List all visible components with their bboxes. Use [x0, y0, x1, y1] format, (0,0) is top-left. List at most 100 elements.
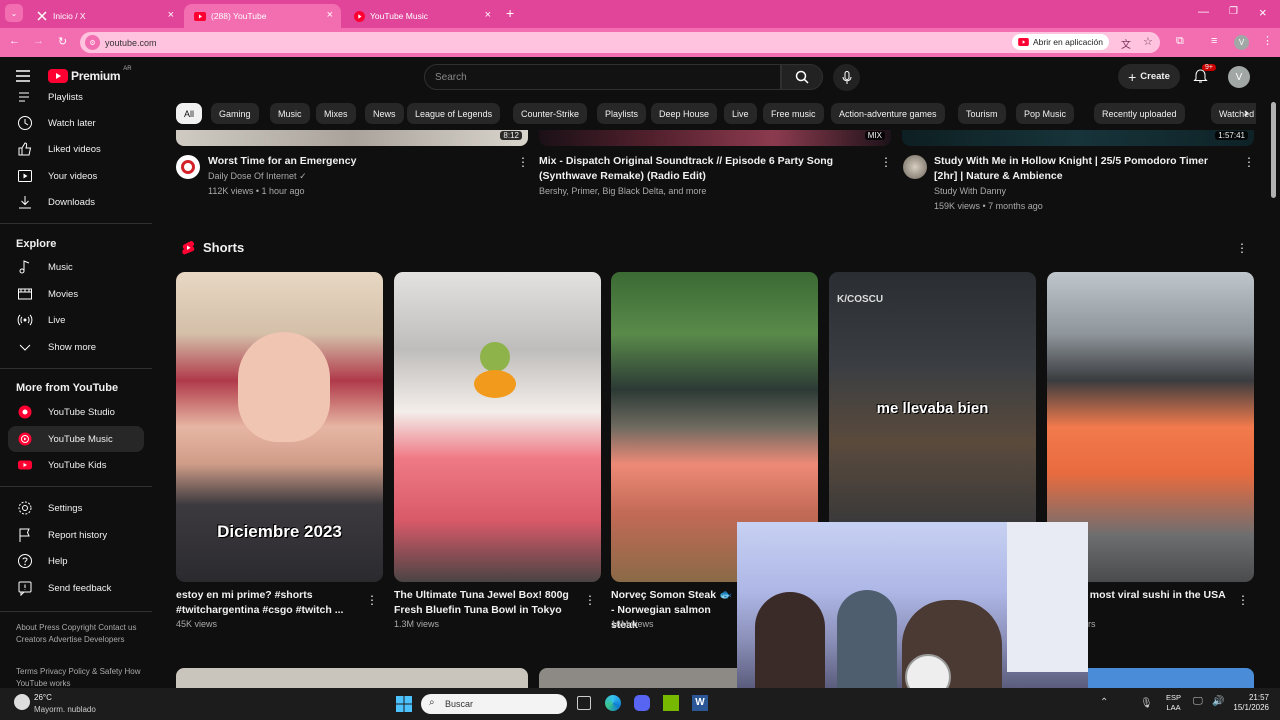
chip-pop-music[interactable]: Pop Music — [1016, 103, 1075, 124]
back-icon[interactable]: ← — [9, 35, 20, 47]
windows-start-icon[interactable] — [396, 696, 412, 712]
chip-free-music[interactable]: Free music — [763, 103, 824, 124]
chip-gaming[interactable]: Gaming — [211, 103, 259, 124]
video-thumbnail[interactable]: MIX — [539, 130, 891, 146]
chip-watched[interactable]: Watched — [1211, 103, 1256, 124]
more-options-icon[interactable]: ⋮ — [1243, 155, 1255, 169]
hamburger-menu-icon[interactable] — [16, 70, 30, 82]
account-avatar[interactable]: V — [1228, 66, 1250, 88]
short-title[interactable]: e most viral sushi in the USA — [1081, 588, 1231, 603]
video-title[interactable]: Mix - Dispatch Original Soundtrack // Ep… — [539, 154, 869, 184]
sidebar-item-report-history[interactable]: Report history — [8, 522, 144, 548]
page-scrollbar[interactable] — [1271, 102, 1276, 198]
browser-profile-avatar[interactable]: V — [1234, 35, 1249, 50]
chip-news[interactable]: News — [365, 103, 404, 124]
chips-next-arrow-icon[interactable]: › — [1244, 105, 1248, 120]
chip-counter-strike[interactable]: Counter-Strike — [513, 103, 588, 124]
search-button[interactable] — [781, 64, 823, 90]
reading-list-icon[interactable]: ≡ — [1211, 35, 1217, 47]
channel-name[interactable]: Daily Dose Of Internet ✓ — [208, 169, 307, 184]
close-tab-icon[interactable]: × — [168, 9, 174, 21]
sidebar-item-show-more[interactable]: Show more — [8, 334, 144, 360]
chip-action-adventure-games[interactable]: Action-adventure games — [831, 103, 945, 124]
sidebar-item-movies[interactable]: Movies — [8, 281, 144, 307]
video-thumbnail[interactable]: 1:57:41 — [902, 130, 1254, 146]
discord-icon[interactable] — [634, 695, 650, 711]
sidebar-item-music[interactable]: Music — [8, 254, 144, 280]
channel-avatar[interactable] — [176, 155, 200, 179]
reload-icon[interactable]: ↻ — [58, 35, 67, 48]
extensions-icon[interactable]: ⧉ — [1176, 35, 1184, 48]
chip-all[interactable]: All — [176, 103, 203, 124]
sidebar-item-downloads[interactable]: Downloads — [8, 189, 144, 215]
minimize-icon[interactable]: — — [1198, 6, 1209, 18]
youtube-premium-logo[interactable]: Premium AR — [48, 66, 132, 83]
shorts-more-options-icon[interactable]: ⋮ — [1236, 241, 1248, 255]
video-title[interactable]: Worst Time for an Emergency — [208, 154, 508, 169]
microphone-tray-icon[interactable]: 🎙 — [1140, 698, 1153, 709]
more-options-icon[interactable]: ⋮ — [880, 155, 892, 169]
chip-mixes[interactable]: Mixes — [316, 103, 356, 124]
chip-music[interactable]: Music — [270, 103, 310, 124]
weather-temp[interactable]: 26°C — [34, 693, 52, 702]
site-info-icon[interactable]: ⚙ — [85, 35, 100, 50]
sidebar-item-your-videos[interactable]: Your videos — [8, 163, 144, 189]
weather-icon[interactable] — [14, 694, 30, 710]
browser-menu-icon[interactable]: ⋮ — [1262, 34, 1273, 47]
sidebar-item-youtube-studio[interactable]: YouTube Studio — [8, 399, 144, 425]
close-window-icon[interactable]: × — [1259, 5, 1267, 20]
network-icon[interactable]: 🖵 — [1193, 696, 1203, 707]
volume-icon[interactable]: 🔊 — [1212, 696, 1224, 707]
create-button[interactable]: + Create — [1118, 64, 1180, 89]
sidebar-item-liked-videos[interactable]: Liked videos — [8, 136, 144, 162]
tab-youtube[interactable]: (288) YouTube × — [184, 4, 341, 28]
sidebar-item-youtube-kids[interactable]: YouTube Kids — [8, 452, 144, 478]
sidebar-item-settings[interactable]: Settings — [8, 495, 144, 521]
tab-youtube-music[interactable]: YouTube Music × — [343, 4, 499, 28]
channel-avatar[interactable] — [903, 155, 927, 179]
video-title[interactable]: Study With Me in Hollow Knight | 25/5 Po… — [934, 154, 1234, 184]
more-options-icon[interactable]: ⋮ — [517, 155, 529, 169]
notifications-button[interactable]: 9+ — [1193, 64, 1216, 84]
close-tab-icon[interactable]: × — [485, 9, 491, 21]
sidebar-item-watch-later[interactable]: Watch later — [8, 110, 144, 136]
translate-icon[interactable]: 文 — [1121, 36, 1131, 51]
chip-league-of-legends[interactable]: League of Legends — [407, 103, 501, 124]
word-icon[interactable]: W — [692, 695, 708, 711]
video-thumbnail[interactable] — [1088, 668, 1254, 688]
chip-deep-house[interactable]: Deep House — [651, 103, 718, 124]
chip-live[interactable]: Live — [724, 103, 757, 124]
more-options-icon[interactable]: ⋮ — [1237, 593, 1249, 607]
sidebar-item-send-feedback[interactable]: Send feedback — [8, 575, 144, 601]
video-thumbnail[interactable] — [539, 668, 737, 688]
short-thumbnail[interactable] — [394, 272, 601, 582]
video-thumbnail[interactable] — [176, 668, 528, 688]
tab-x[interactable]: Inicio / X × — [26, 4, 182, 28]
url-field[interactable]: ⚙ youtube.com — [80, 32, 1160, 53]
more-options-icon[interactable]: ⋮ — [584, 593, 596, 607]
bookmark-star-icon[interactable]: ☆ — [1143, 35, 1153, 48]
task-view-icon[interactable] — [577, 696, 591, 710]
voice-search-button[interactable] — [833, 64, 860, 91]
chip-playlists[interactable]: Playlists — [597, 103, 647, 124]
edge-icon[interactable] — [605, 695, 621, 711]
search-input[interactable]: Search — [424, 64, 781, 90]
sidebar-item-help[interactable]: Help — [8, 548, 144, 574]
taskbar-search-box[interactable]: ⌕ Buscar — [421, 694, 567, 714]
open-in-app-button[interactable]: Abrir en aplicación — [1012, 34, 1109, 50]
nvidia-icon[interactable] — [663, 695, 679, 711]
video-thumbnail[interactable]: 8:12 — [176, 130, 528, 146]
short-thumbnail[interactable]: Diciembre 2023 — [176, 272, 383, 582]
sidebar-item-live[interactable]: Live — [8, 307, 144, 333]
short-title[interactable]: estoy en mi prime? #shorts #twitchargent… — [176, 588, 356, 618]
new-tab-icon[interactable]: + — [506, 5, 514, 21]
close-tab-icon[interactable]: × — [327, 9, 333, 21]
tab-search-icon[interactable]: ⌄ — [5, 4, 23, 22]
tray-icons[interactable]: ⌃ — [1100, 697, 1108, 708]
chip-recently-uploaded[interactable]: Recently uploaded — [1094, 103, 1185, 124]
footer-links-legal[interactable]: Terms Privacy Policy & Safety How YouTub… — [16, 666, 146, 690]
maximize-icon[interactable]: ❐ — [1229, 6, 1238, 17]
more-options-icon[interactable]: ⋮ — [366, 593, 378, 607]
channel-name[interactable]: Study With Danny — [934, 184, 1006, 199]
forward-icon[interactable]: → — [33, 35, 44, 47]
